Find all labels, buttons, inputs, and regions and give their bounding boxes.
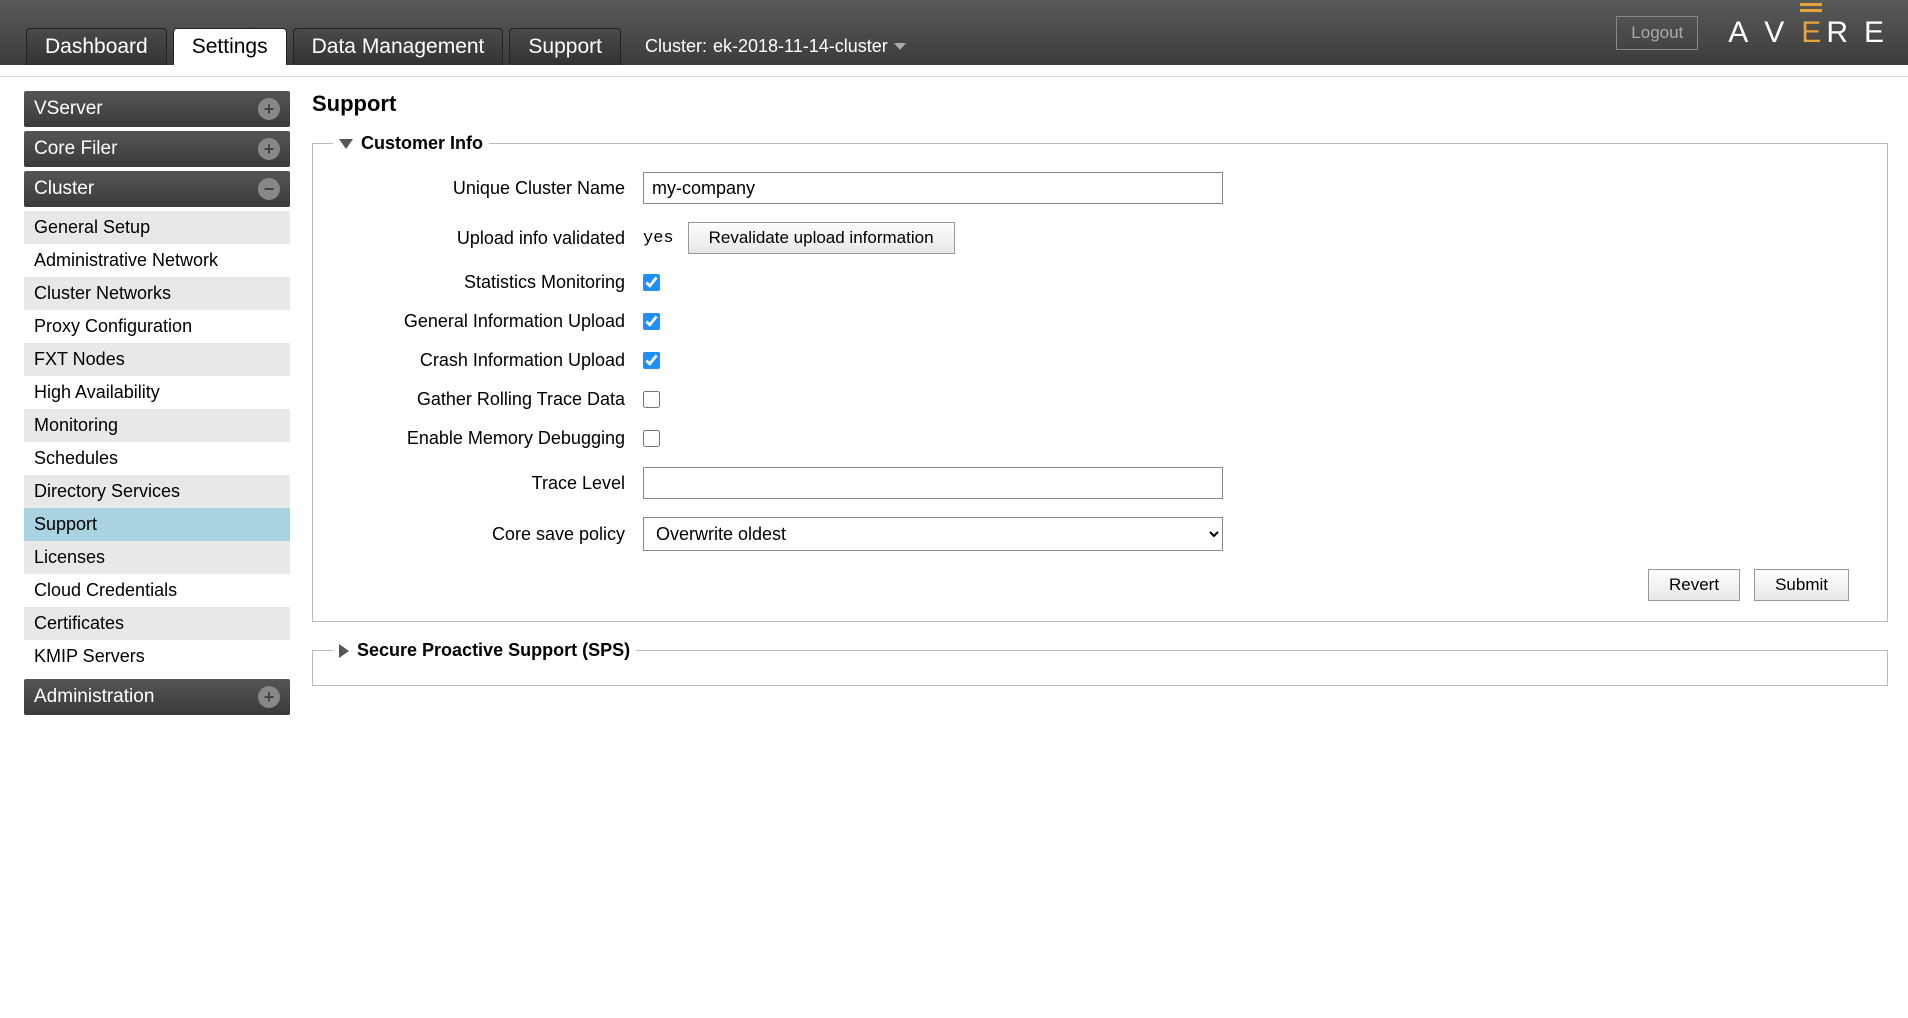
cluster-selector[interactable]: Cluster: ek-2018-11-14-cluster (627, 28, 918, 65)
tab-settings[interactable]: Settings (173, 28, 287, 65)
sidebar-item-admin-network[interactable]: Administrative Network (24, 244, 290, 277)
sidebar-section-cluster[interactable]: Cluster − (24, 171, 290, 207)
sidebar-item-support[interactable]: Support (24, 508, 290, 541)
sidebar-item-certificates[interactable]: Certificates (24, 607, 290, 640)
customer-info-label: Customer Info (361, 133, 483, 154)
sidebar-item-cluster-networks[interactable]: Cluster Networks (24, 277, 290, 310)
top-bar: Dashboard Settings Data Management Suppo… (0, 0, 1908, 65)
sidebar-item-kmip-servers[interactable]: KMIP Servers (24, 640, 290, 673)
triangle-right-icon (339, 644, 349, 658)
sidebar-item-general-setup[interactable]: General Setup (24, 211, 290, 244)
customer-info-legend[interactable]: Customer Info (333, 133, 489, 154)
label-unique-cluster-name: Unique Cluster Name (333, 178, 643, 199)
sidebar-item-directory-services[interactable]: Directory Services (24, 475, 290, 508)
sidebar-item-high-availability[interactable]: High Availability (24, 376, 290, 409)
tab-data-management[interactable]: Data Management (293, 28, 504, 65)
general-info-upload-checkbox[interactable] (643, 313, 660, 330)
customer-info-fieldset: Customer Info Unique Cluster Name Upload… (312, 133, 1888, 622)
main-content: Support Customer Info Unique Cluster Nam… (300, 77, 1908, 729)
tab-dashboard[interactable]: Dashboard (26, 28, 167, 65)
sidebar-item-licenses[interactable]: Licenses (24, 541, 290, 574)
sidebar: VServer + Core Filer + Cluster − General… (0, 77, 300, 729)
triangle-down-icon (339, 139, 353, 149)
minus-icon: − (258, 178, 280, 200)
plus-icon: + (258, 138, 280, 160)
trace-level-input[interactable] (643, 467, 1223, 499)
gather-rolling-trace-checkbox[interactable] (643, 391, 660, 408)
crash-info-upload-checkbox[interactable] (643, 352, 660, 369)
sidebar-label-administration: Administration (34, 686, 154, 708)
label-crash-info-upload: Crash Information Upload (333, 350, 643, 371)
core-save-policy-select[interactable]: Overwrite oldest (643, 517, 1223, 551)
label-core-save-policy: Core save policy (333, 524, 643, 545)
tab-support[interactable]: Support (509, 28, 621, 65)
sidebar-section-core-filer[interactable]: Core Filer + (24, 131, 290, 167)
sps-label: Secure Proactive Support (SPS) (357, 640, 630, 661)
sidebar-section-administration[interactable]: Administration + (24, 679, 290, 715)
cluster-prefix: Cluster: (645, 36, 707, 57)
revalidate-button[interactable]: Revalidate upload information (688, 222, 955, 254)
sidebar-item-monitoring[interactable]: Monitoring (24, 409, 290, 442)
sidebar-item-fxt-nodes[interactable]: FXT Nodes (24, 343, 290, 376)
avere-logo: A V E R E (1728, 15, 1884, 50)
label-trace-level: Trace Level (333, 473, 643, 494)
plus-icon: + (258, 98, 280, 120)
label-general-info-upload: General Information Upload (333, 311, 643, 332)
sidebar-item-proxy-config[interactable]: Proxy Configuration (24, 310, 290, 343)
label-upload-info-validated: Upload info validated (333, 228, 643, 249)
revert-button[interactable]: Revert (1648, 569, 1740, 601)
sidebar-label-vserver: VServer (34, 98, 103, 120)
logo-bars-icon (1800, 0, 1822, 12)
upload-validated-value: yes (643, 229, 674, 248)
cluster-name: ek-2018-11-14-cluster (713, 36, 888, 57)
plus-icon: + (258, 686, 280, 708)
sidebar-item-cloud-credentials[interactable]: Cloud Credentials (24, 574, 290, 607)
sidebar-label-cluster: Cluster (34, 178, 94, 200)
sidebar-item-schedules[interactable]: Schedules (24, 442, 290, 475)
sidebar-label-core-filer: Core Filer (34, 138, 117, 160)
unique-cluster-name-input[interactable] (643, 172, 1223, 204)
chevron-down-icon (894, 43, 906, 50)
statistics-monitoring-checkbox[interactable] (643, 274, 660, 291)
label-enable-memory-debugging: Enable Memory Debugging (333, 428, 643, 449)
logout-button[interactable]: Logout (1616, 16, 1698, 50)
enable-memory-debugging-checkbox[interactable] (643, 430, 660, 447)
page-title: Support (312, 91, 1888, 117)
label-statistics-monitoring: Statistics Monitoring (333, 272, 643, 293)
sps-fieldset: Secure Proactive Support (SPS) (312, 640, 1888, 686)
sps-legend[interactable]: Secure Proactive Support (SPS) (333, 640, 636, 661)
label-gather-rolling-trace: Gather Rolling Trace Data (333, 389, 643, 410)
sidebar-cluster-items: General Setup Administrative Network Clu… (24, 211, 290, 673)
submit-button[interactable]: Submit (1754, 569, 1849, 601)
sidebar-section-vserver[interactable]: VServer + (24, 91, 290, 127)
